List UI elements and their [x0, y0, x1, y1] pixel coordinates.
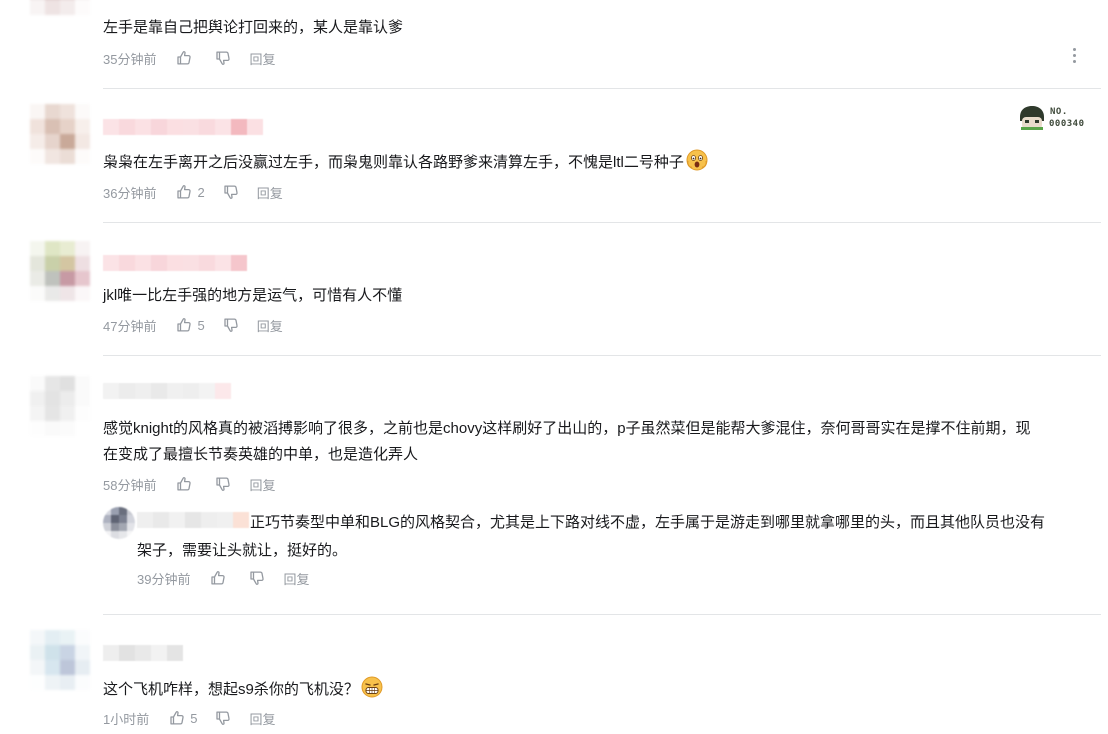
scream-emoji-icon	[686, 149, 708, 171]
thumb-down-icon	[249, 570, 265, 586]
like-count: 5	[197, 317, 205, 333]
thumb-up-icon	[169, 710, 185, 726]
comment-time: 36分钟前	[103, 185, 157, 201]
fan-badge: NO. 000340	[1018, 103, 1094, 133]
reply-button[interactable]: 回复	[249, 475, 275, 494]
reply-button[interactable]: 回复	[249, 709, 275, 728]
dislike-button[interactable]	[215, 710, 231, 726]
avatar[interactable]	[30, 241, 90, 301]
divider	[103, 88, 1101, 89]
badge-number: 000340	[1049, 119, 1085, 129]
reply-button[interactable]: 回复	[283, 569, 309, 588]
comment-text: 左手是靠自己把舆论打回来的，某人是靠认爹	[103, 19, 404, 36]
thumb-down-icon	[215, 476, 231, 492]
like-button[interactable]	[176, 476, 197, 492]
like-button[interactable]	[176, 50, 197, 66]
username[interactable]	[103, 255, 247, 271]
avatar[interactable]	[30, 104, 90, 164]
reply-username[interactable]	[137, 512, 249, 528]
like-count: 2	[197, 184, 205, 200]
fan-badge-face-icon	[1020, 106, 1044, 130]
thumb-down-icon	[223, 184, 239, 200]
comment-text: jkl唯一比左手强的地方是运气，可惜有人不懂	[103, 287, 403, 304]
reply-text-line: 正巧节奏型中单和BLG的风格契合，尤其是上下路对线不虚，左手属于是游走到哪里就拿…	[250, 514, 1046, 531]
avatar[interactable]	[30, 376, 90, 436]
thumb-up-icon	[176, 184, 192, 200]
dislike-button[interactable]	[249, 570, 265, 586]
comment-meta: 1小时前 5 回复	[103, 709, 275, 727]
avatar[interactable]	[30, 630, 90, 690]
like-count: 5	[190, 710, 198, 726]
dislike-button[interactable]	[223, 184, 239, 200]
like-button[interactable]: 5	[169, 710, 197, 726]
avatar[interactable]	[30, 0, 90, 30]
dislike-button[interactable]	[215, 476, 231, 492]
comment-text-content: 这个飞机咋样，想起s9杀你的飞机没？	[103, 681, 359, 698]
comment-text: 感觉knight的风格真的被滔搏影响了很多，之前也是chovy这样刷好了出山的，…	[103, 416, 1103, 468]
comment-text: 这个飞机咋样，想起s9杀你的飞机没？	[103, 676, 1103, 703]
reply-meta: 39分钟前 回复	[137, 569, 309, 587]
grin-emoji-icon	[361, 676, 383, 698]
dislike-button[interactable]	[223, 317, 239, 333]
thumb-down-icon	[215, 50, 231, 66]
comment-meta: 47分钟前 5 回复	[103, 316, 283, 334]
divider	[103, 222, 1101, 223]
comment-time: 58分钟前	[103, 477, 157, 493]
username[interactable]	[103, 383, 231, 399]
like-button[interactable]: 2	[176, 184, 205, 200]
divider	[103, 355, 1101, 356]
thumb-up-icon	[176, 317, 192, 333]
like-button[interactable]	[210, 570, 231, 586]
comment-text-content: 枭枭在左手离开之后没赢过左手，而枭鬼则靠认各路野爹来清算左手，不愧是ltl二号种…	[103, 154, 684, 171]
thumb-down-icon	[223, 317, 239, 333]
comment-meta: 36分钟前 2 回复	[103, 183, 283, 201]
thumb-up-icon	[176, 50, 192, 66]
like-button[interactable]: 5	[176, 317, 205, 333]
divider	[103, 614, 1101, 615]
reply-text-line2: 架子，需要让头就让，挺好的。	[137, 542, 348, 559]
badge-label: NO.	[1050, 107, 1068, 117]
comment-time: 1小时前	[103, 711, 150, 727]
comment-meta: 58分钟前 回复	[103, 475, 275, 493]
comment-time: 47分钟前	[103, 318, 157, 334]
reply-time: 39分钟前	[137, 571, 191, 587]
comment-meta: 35分钟前 回复	[103, 49, 275, 67]
comment-text-line: 在变成了最擅长节奏英雄的中单，也是造化弄人	[103, 446, 419, 463]
thumb-up-icon	[176, 476, 192, 492]
reply-avatar[interactable]	[103, 507, 135, 539]
reply-button[interactable]: 回复	[257, 183, 283, 202]
dislike-button[interactable]	[215, 50, 231, 66]
username[interactable]	[103, 645, 183, 661]
reply-text: 正巧节奏型中单和BLG的风格契合，尤其是上下路对线不虚，左手属于是游走到哪里就拿…	[250, 510, 1108, 536]
username[interactable]	[103, 119, 263, 135]
thumb-up-icon	[210, 570, 226, 586]
comment-text-line: 感觉knight的风格真的被滔搏影响了很多，之前也是chovy这样刷好了出山的，…	[103, 420, 1031, 437]
comment-time: 35分钟前	[103, 51, 157, 67]
comment-text: 枭枭在左手离开之后没赢过左手，而枭鬼则靠认各路野爹来清算左手，不愧是ltl二号种…	[103, 149, 1103, 176]
more-options-icon[interactable]	[1066, 46, 1082, 64]
reply-button[interactable]: 回复	[249, 49, 275, 68]
thumb-down-icon	[215, 710, 231, 726]
reply-button[interactable]: 回复	[257, 316, 283, 335]
